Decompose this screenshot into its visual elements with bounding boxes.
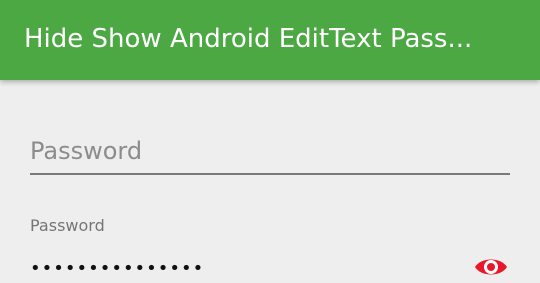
app-toolbar: Hide Show Android EditText Pass... (0, 0, 540, 80)
toolbar-title: Hide Show Android EditText Pass... (24, 24, 473, 54)
password-input-underline (30, 173, 510, 175)
app-screen: Hide Show Android EditText Pass... Passw… (0, 0, 540, 283)
eye-icon (475, 259, 507, 275)
password-visibility-toggle[interactable] (473, 254, 509, 280)
password-floating-label: Password (30, 216, 105, 235)
password-masked-input[interactable]: ••••••••••••••• (30, 254, 450, 283)
password-field-plain (30, 128, 510, 176)
password-field-toggle: Password ••••••••••••••• (30, 214, 510, 283)
password-input[interactable] (30, 128, 510, 174)
